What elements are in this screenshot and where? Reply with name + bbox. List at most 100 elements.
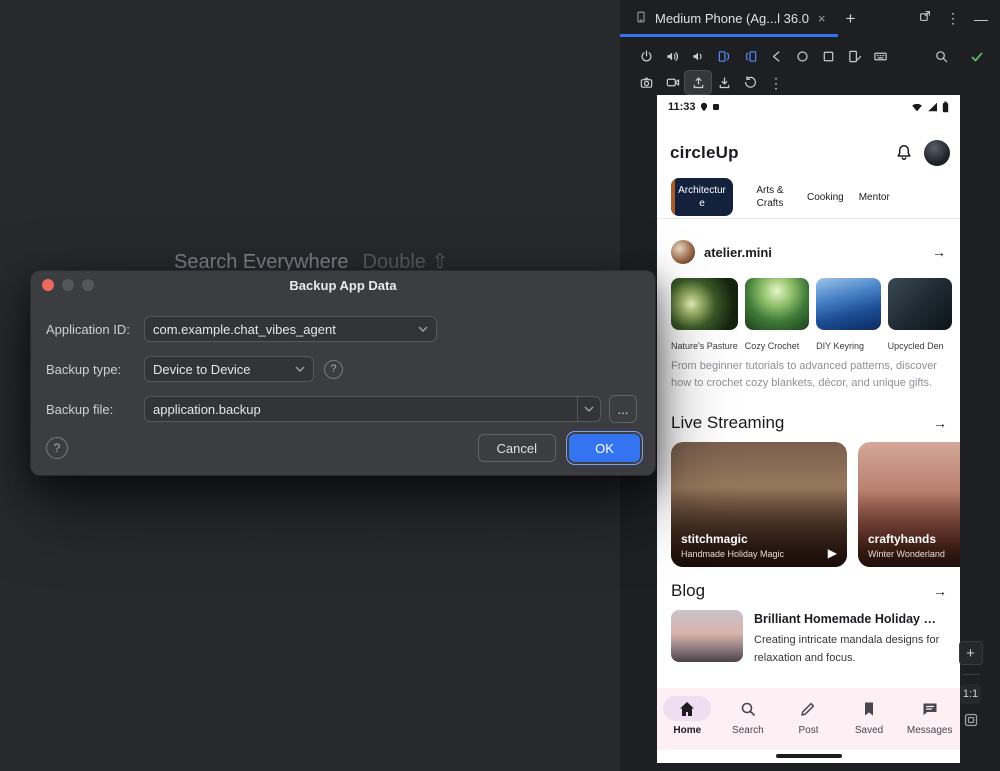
zoom-controls: + 1:1: [958, 641, 983, 728]
creator-arrow-icon[interactable]: →: [932, 244, 946, 260]
volume-up-button[interactable]: [659, 45, 685, 68]
gallery-card[interactable]: Cozy Crochet: [745, 278, 809, 351]
signal-icon: [927, 102, 938, 112]
app-title: circleUp: [670, 143, 739, 163]
live-card[interactable]: craftyhands Winter Wonderland: [858, 442, 960, 567]
backup-type-select[interactable]: Device to Device: [144, 356, 314, 382]
gallery-row: Nature's Pasture Cozy Crochet DIY Keyrin…: [671, 278, 952, 351]
pull-file-button[interactable]: [711, 71, 737, 94]
nav-item-saved[interactable]: Saved: [839, 688, 900, 750]
push-file-button[interactable]: [685, 71, 711, 94]
emulator-tab-title: Medium Phone (Ag...l 36.0: [655, 11, 809, 26]
live-streaming-arrow-icon[interactable]: →: [933, 415, 947, 431]
new-tab-button[interactable]: +: [846, 9, 856, 29]
back-button[interactable]: [763, 45, 789, 68]
play-icon[interactable]: ▶: [828, 546, 837, 560]
gallery-label: Upcycled Den: [888, 341, 952, 351]
search-button[interactable]: [928, 45, 954, 68]
nav-item-home[interactable]: Home: [657, 688, 718, 750]
chevron-down-icon: [287, 366, 305, 372]
gallery-image[interactable]: [671, 278, 738, 330]
ide-window: Search EverywhereDouble ⇧ Medium Phone (…: [0, 0, 1000, 771]
gallery-card[interactable]: DIY Keyring: [816, 278, 880, 351]
device-icon: [634, 10, 648, 27]
dialog-help-button[interactable]: ?: [46, 437, 68, 459]
toolbar-row-2: ⋮: [633, 70, 992, 95]
gallery-image[interactable]: [816, 278, 880, 330]
gallery-card[interactable]: Upcycled Den: [888, 278, 952, 351]
blog-post-item[interactable]: Brilliant Homemade Holiday … Creating in…: [671, 610, 952, 667]
overview-button[interactable]: [815, 45, 841, 68]
fold-device-button[interactable]: [711, 45, 737, 68]
backup-type-label: Backup type:: [46, 362, 144, 377]
close-tab-icon[interactable]: ×: [816, 11, 828, 26]
panel-options-icon[interactable]: ⋮: [946, 10, 960, 27]
creator-avatar[interactable]: [671, 240, 695, 264]
creator-description: From beginner tutorials to advanced patt…: [671, 358, 944, 392]
tab-mentor[interactable]: Mentor: [859, 191, 890, 204]
emulator-panel: Medium Phone (Ag...l 36.0 × + ⋮ —: [620, 0, 1000, 771]
gallery-image[interactable]: [745, 278, 809, 330]
profile-avatar[interactable]: [924, 140, 950, 166]
nav-item-search[interactable]: Search: [718, 688, 779, 750]
panel-controls: ⋮ —: [918, 9, 1000, 28]
toolbar-row-1: [633, 44, 992, 69]
wifi-icon: [911, 102, 923, 112]
screenshot-button[interactable]: [633, 71, 659, 94]
gesture-handle[interactable]: [776, 754, 842, 758]
snapshots-button[interactable]: [737, 71, 763, 94]
location-icon: [700, 102, 708, 112]
app-bar: circleUp: [670, 137, 950, 169]
gallery-card[interactable]: Nature's Pasture: [671, 278, 738, 351]
nav-item-post[interactable]: Post: [778, 688, 839, 750]
browse-file-button[interactable]: ...: [609, 395, 637, 423]
nav-item-messages[interactable]: Messages: [899, 688, 960, 750]
live-card-subtitle: Winter Wonderland: [868, 549, 945, 559]
blog-arrow-icon[interactable]: →: [933, 583, 947, 599]
notifications-bell-icon[interactable]: [894, 143, 914, 163]
ok-button[interactable]: OK: [569, 434, 640, 462]
creator-row[interactable]: atelier.mini →: [671, 238, 946, 266]
tab-architecture[interactable]: Architecture: [671, 178, 733, 216]
toolbar-right-group: [928, 45, 992, 68]
device-pose-button[interactable]: [841, 45, 867, 68]
open-in-window-icon[interactable]: [918, 9, 932, 28]
blog-thumbnail[interactable]: [671, 610, 743, 662]
emulator-screen: 11:33 circleUp Architec: [657, 95, 960, 763]
battery-icon: [942, 101, 949, 113]
status-time: 11:33: [668, 101, 696, 113]
dialog-footer: ? Cancel OK: [46, 434, 640, 462]
cancel-button[interactable]: Cancel: [478, 434, 556, 462]
backup-file-combobox[interactable]: application.backup: [144, 396, 601, 422]
tab-arts-crafts[interactable]: Arts & Crafts: [748, 184, 792, 210]
tab-cooking[interactable]: Cooking: [807, 191, 844, 204]
bottom-navigation: Home Search Post Saved Messages: [657, 688, 960, 750]
live-cards-row: stitchmagic Handmade Holiday Magic ▶ cra…: [671, 442, 960, 567]
screen-record-button[interactable]: [659, 71, 685, 94]
pencil-icon: [798, 699, 818, 719]
emulator-toolbar: ⋮: [620, 37, 1000, 95]
gallery-image[interactable]: [888, 278, 952, 330]
live-card[interactable]: stitchmagic Handmade Holiday Magic ▶: [671, 442, 847, 567]
keyboard-input-button[interactable]: [867, 45, 893, 68]
backup-type-row: Backup type: Device to Device ?: [46, 356, 640, 382]
backup-file-label: Backup file:: [46, 402, 144, 417]
fit-to-window-button[interactable]: [963, 712, 979, 728]
emulator-tabbar: Medium Phone (Ag...l 36.0 × + ⋮ —: [620, 0, 1000, 37]
backup-app-data-dialog: Backup App Data Application ID: com.exam…: [30, 270, 656, 476]
emulator-tab[interactable]: Medium Phone (Ag...l 36.0 ×: [620, 0, 838, 37]
application-id-select[interactable]: com.example.chat_vibes_agent: [144, 316, 437, 342]
more-options-button[interactable]: ⋮: [763, 71, 789, 94]
volume-down-button[interactable]: [685, 45, 711, 68]
zoom-ratio-button[interactable]: 1:1: [960, 684, 981, 704]
search-icon: [738, 699, 758, 719]
home-button[interactable]: [789, 45, 815, 68]
blog-header: Blog →: [671, 581, 947, 601]
backup-type-help-icon[interactable]: ?: [324, 360, 343, 379]
hide-panel-icon[interactable]: —: [974, 11, 988, 27]
unfold-device-button[interactable]: [737, 45, 763, 68]
tabs-divider: [657, 218, 960, 219]
chevron-down-icon[interactable]: [577, 397, 600, 421]
power-button[interactable]: [633, 45, 659, 68]
zoom-in-button[interactable]: +: [959, 641, 983, 665]
